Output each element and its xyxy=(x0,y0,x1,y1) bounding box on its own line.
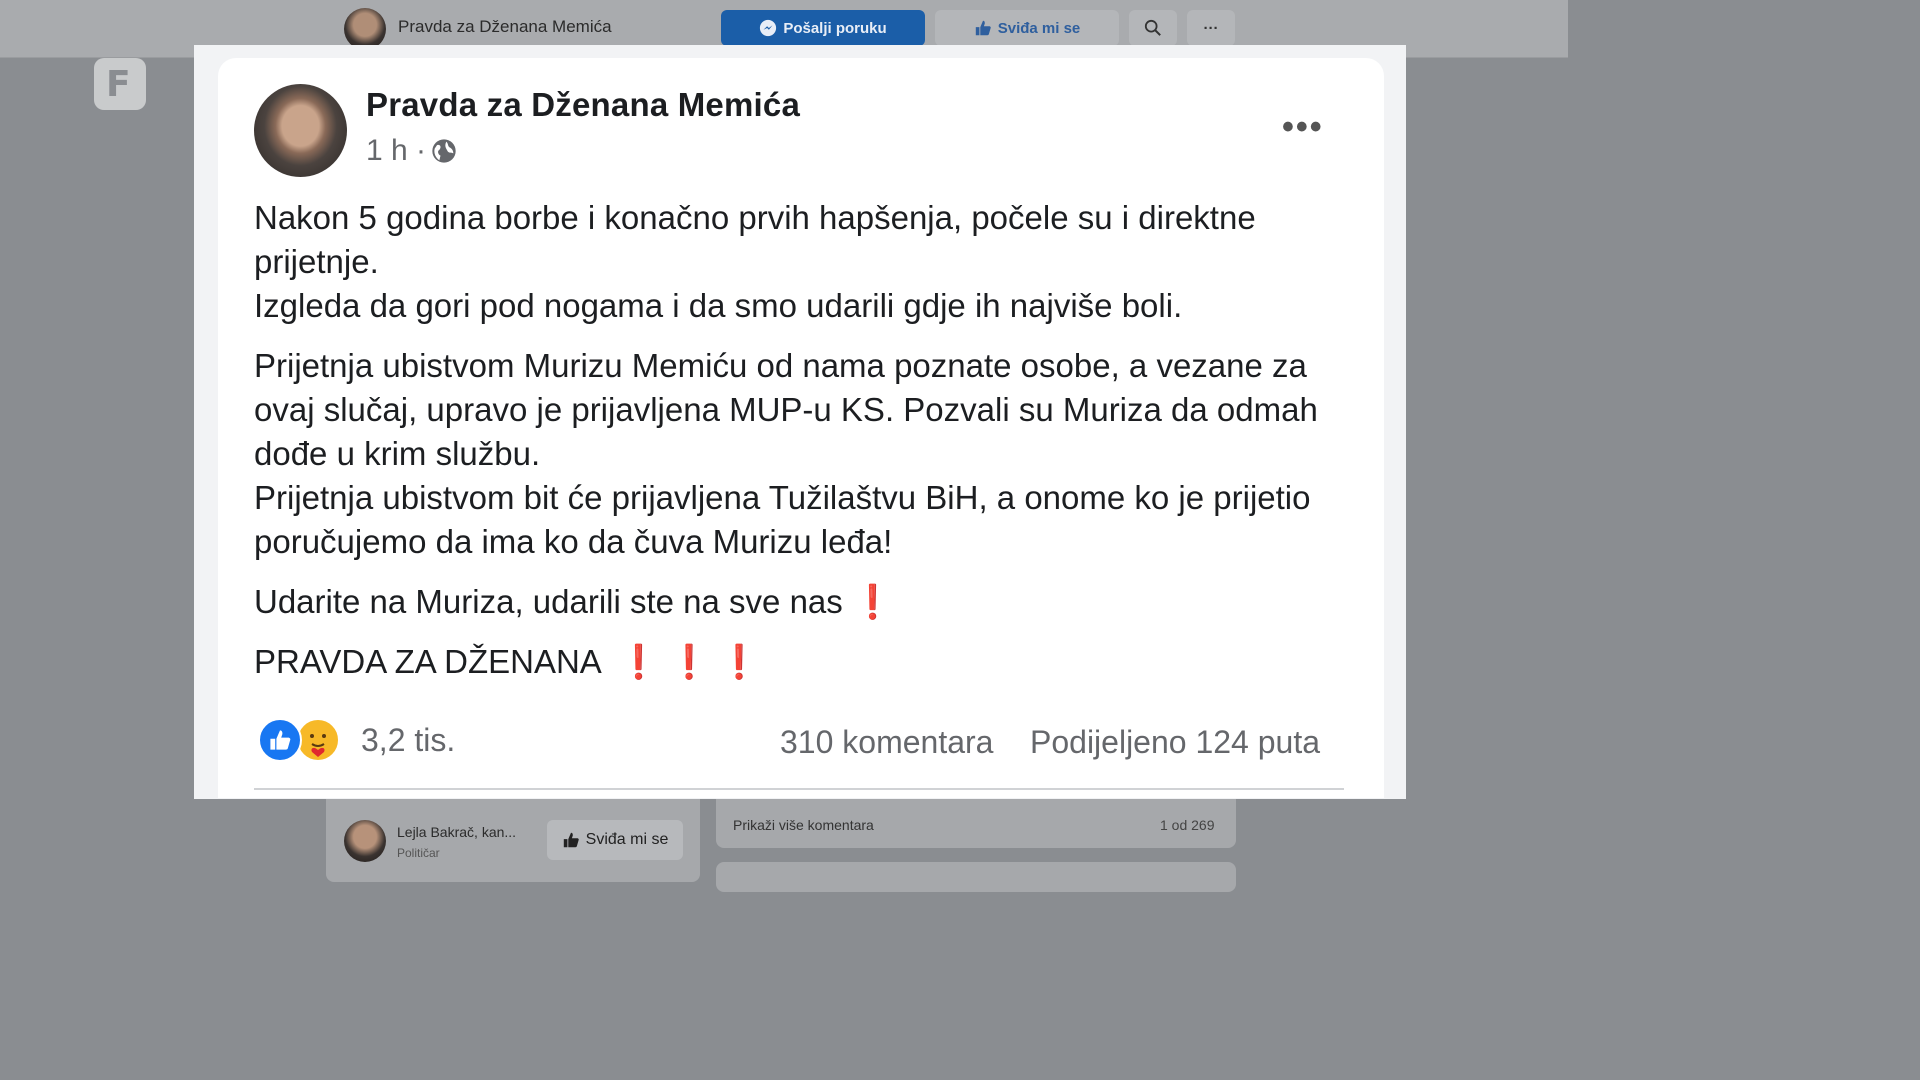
page-name[interactable]: Pravda za Dženana Memića xyxy=(398,17,612,37)
messenger-icon xyxy=(760,19,777,37)
liker-like-label: Sviđa mi se xyxy=(585,831,669,848)
divider xyxy=(254,788,1344,790)
send-message-label: Pošalji poruku xyxy=(783,19,887,37)
page-avatar[interactable] xyxy=(344,8,386,50)
post-time[interactable]: 1 h · xyxy=(366,134,426,168)
comments-pager: 1 od 269 xyxy=(1160,817,1215,833)
globe-icon xyxy=(432,139,456,163)
thumbs-up-icon xyxy=(563,832,579,848)
search-icon xyxy=(1144,19,1161,36)
liker-like-button[interactable]: Sviđa mi se xyxy=(547,820,683,860)
search-button[interactable] xyxy=(1129,10,1177,46)
reactions-count[interactable]: 3,2 tis. xyxy=(361,722,455,759)
like-page-button[interactable]: Sviđa mi se xyxy=(935,10,1119,46)
liker-name[interactable]: Lejla Bakrač, kan... xyxy=(397,824,516,840)
like-reaction-icon xyxy=(258,718,302,762)
reactions-icons[interactable] xyxy=(258,718,340,762)
more-options-button[interactable]: ··· xyxy=(1187,10,1235,46)
author-avatar[interactable] xyxy=(254,84,347,177)
post-paragraph: Nakon 5 godina borbe i konačno prvih hap… xyxy=(254,199,1256,324)
channel-logo: F xyxy=(94,58,146,110)
liker-avatar[interactable] xyxy=(344,820,386,862)
post-paragraph: Prijetnja ubistvom Murizu Memiću od nama… xyxy=(254,347,1318,560)
exclamation-emoji: ❗ xyxy=(851,583,894,620)
care-reaction-icon xyxy=(296,718,340,762)
post-author[interactable]: Pravda za Dženana Memića xyxy=(366,86,800,124)
more-icon: ··· xyxy=(1203,19,1219,37)
post-options-icon[interactable]: ••• xyxy=(1282,108,1324,147)
thumbs-up-icon xyxy=(975,20,991,36)
background-next-post xyxy=(716,862,1236,892)
comments-count[interactable]: 310 komentara xyxy=(780,724,993,761)
shares-count[interactable]: Podijeljeno 124 puta xyxy=(1030,724,1320,761)
like-page-label: Sviđa mi se xyxy=(997,19,1081,37)
send-message-button[interactable]: Pošalji poruku xyxy=(721,10,925,46)
exclamation-emoji: ❗ ❗ ❗ xyxy=(618,643,760,680)
post-paragraph: PRAVDA ZA DŽENANA ❗ ❗ ❗ xyxy=(254,643,760,680)
liker-role: Političar xyxy=(397,846,440,860)
show-more-comments-link[interactable]: Prikaži više komentara xyxy=(733,817,874,833)
post-body: Nakon 5 godina borbe i konačno prvih hap… xyxy=(254,196,1364,700)
post-paragraph: Udarite na Muriza, udarili ste na sve na… xyxy=(254,583,894,620)
post-meta: 1 h · xyxy=(366,134,458,168)
